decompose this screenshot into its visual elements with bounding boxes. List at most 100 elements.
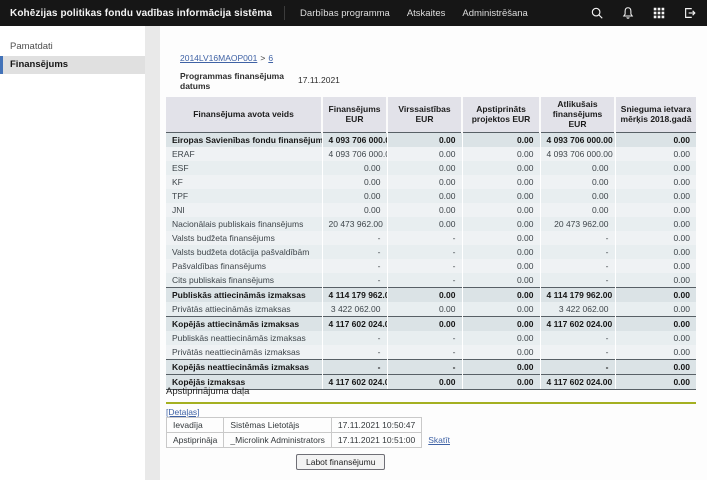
row-label: TPF bbox=[166, 189, 322, 203]
row-value: 20 473 962.00 bbox=[540, 217, 615, 231]
row-label: KF bbox=[166, 175, 322, 189]
app-switcher-grid-icon[interactable] bbox=[652, 6, 666, 20]
row-value: 3 422 062.00 bbox=[322, 302, 387, 317]
row-value: - bbox=[322, 259, 387, 273]
sidebar: Pamatdati Finansējums bbox=[0, 26, 145, 480]
search-icon[interactable] bbox=[590, 6, 604, 20]
row-value: 4 093 706 000.00 bbox=[322, 147, 387, 161]
finance-table-header-row: Finansējuma avota veidsFinansējums EURVi… bbox=[166, 97, 696, 132]
app-title[interactable]: Kohēzijas politikas fondu vadības inform… bbox=[0, 8, 272, 19]
row-value: 0.00 bbox=[615, 161, 696, 175]
breadcrumb-program-link[interactable]: 2014LV16MAOP001 bbox=[180, 53, 257, 63]
row-value: 0.00 bbox=[615, 132, 696, 147]
notifications-bell-icon[interactable] bbox=[621, 6, 635, 20]
nav-item-atskaites[interactable]: Atskaites bbox=[407, 8, 446, 19]
row-value: 4 093 706 000.00 bbox=[540, 132, 615, 147]
row-value: 4 117 602 024.00 bbox=[322, 374, 387, 389]
audit-row-entered: Ievadīja Sistēmas Lietotājs 17.11.2021 1… bbox=[167, 418, 457, 433]
breadcrumb: 2014LV16MAOP001>6 bbox=[180, 53, 273, 63]
row-value: 0.00 bbox=[387, 189, 462, 203]
breadcrumb-current-link[interactable]: 6 bbox=[268, 53, 273, 63]
row-value: 0.00 bbox=[540, 175, 615, 189]
row-value: 0.00 bbox=[322, 161, 387, 175]
row-label: JNI bbox=[166, 203, 322, 217]
row-value: - bbox=[387, 345, 462, 360]
row-label: Publiskās neattiecināmās izmaksas bbox=[166, 331, 322, 345]
row-label: Valsts budžeta finansējums bbox=[166, 231, 322, 245]
row-value: 4 093 706 000.00 bbox=[540, 147, 615, 161]
row-value: - bbox=[387, 273, 462, 288]
view-link[interactable]: Skatīt bbox=[428, 435, 450, 445]
sidebar-item-pamatdati[interactable]: Pamatdati bbox=[0, 38, 145, 56]
row-value: 0.00 bbox=[322, 175, 387, 189]
finance-table-row: Publiskās neattiecināmās izmaksas--0.00-… bbox=[166, 331, 696, 345]
row-value: 0.00 bbox=[387, 161, 462, 175]
row-value: - bbox=[540, 245, 615, 259]
row-value: 0.00 bbox=[615, 175, 696, 189]
audit-action-empty bbox=[422, 418, 456, 433]
edit-financing-button[interactable]: Labot finansējumu bbox=[296, 454, 385, 470]
row-value: 0.00 bbox=[615, 302, 696, 317]
row-value: 0.00 bbox=[615, 345, 696, 360]
program-finance-date-label: Programmas finansējuma datums bbox=[180, 71, 292, 91]
row-value: 0.00 bbox=[462, 189, 540, 203]
row-value: 0.00 bbox=[462, 374, 540, 389]
audit-row-approved: Apstiprināja _Microlink Administrators 1… bbox=[167, 433, 457, 448]
audit-timestamp: 17.11.2021 10:50:47 bbox=[331, 418, 421, 433]
finance-table-row: Privātās attiecināmās izmaksas3 422 062.… bbox=[166, 302, 696, 317]
finance-table-row: Eiropas Savienības fondu finansējums4 09… bbox=[166, 132, 696, 147]
top-navigation: Darbības programma Atskaites Administrēš… bbox=[300, 8, 528, 19]
row-label: Privātās attiecināmās izmaksas bbox=[166, 302, 322, 317]
row-value: - bbox=[387, 259, 462, 273]
row-value: 0.00 bbox=[462, 273, 540, 288]
audit-timestamp: 17.11.2021 10:51:00 bbox=[331, 433, 421, 448]
row-value: 0.00 bbox=[462, 203, 540, 217]
row-value: 0.00 bbox=[462, 132, 540, 147]
program-finance-date-value: 17.11.2021 bbox=[298, 75, 340, 85]
row-value: 0.00 bbox=[462, 359, 540, 374]
column-header-2: Virssaistības EUR bbox=[387, 97, 462, 132]
finance-table-row: Nacionālais publiskais finansējums20 473… bbox=[166, 217, 696, 231]
row-value: - bbox=[322, 359, 387, 374]
details-link[interactable]: [Detaļas] bbox=[166, 407, 200, 417]
row-value: - bbox=[540, 231, 615, 245]
row-value: 0.00 bbox=[615, 374, 696, 389]
logout-icon[interactable] bbox=[683, 6, 697, 20]
row-label: ESF bbox=[166, 161, 322, 175]
approval-divider bbox=[166, 402, 696, 404]
row-label: Kopējās attiecināmās izmaksas bbox=[166, 316, 322, 331]
row-value: 0.00 bbox=[615, 245, 696, 259]
row-value: - bbox=[540, 259, 615, 273]
row-value: 0.00 bbox=[462, 245, 540, 259]
row-value: 0.00 bbox=[462, 287, 540, 302]
finance-table-row: JNI0.000.000.000.000.00 bbox=[166, 203, 696, 217]
nav-item-administresana[interactable]: Administrēšana bbox=[462, 8, 527, 19]
row-label: Valsts budžeta dotācija pašvaldībām bbox=[166, 245, 322, 259]
row-label: Publiskās attiecināmās izmaksas bbox=[166, 287, 322, 302]
row-value: 0.00 bbox=[387, 374, 462, 389]
nav-item-darbibas-programma[interactable]: Darbības programma bbox=[300, 8, 390, 19]
row-value: - bbox=[387, 231, 462, 245]
row-value: 0.00 bbox=[462, 175, 540, 189]
finance-table-row: Publiskās attiecināmās izmaksas4 114 179… bbox=[166, 287, 696, 302]
row-value: 0.00 bbox=[387, 132, 462, 147]
row-value: - bbox=[387, 331, 462, 345]
row-value: 4 114 179 962.00 bbox=[322, 287, 387, 302]
row-value: 0.00 bbox=[322, 203, 387, 217]
row-value: - bbox=[540, 331, 615, 345]
audit-user: _Microlink Administrators bbox=[224, 433, 331, 448]
sidebar-item-finansejums[interactable]: Finansējums bbox=[0, 56, 145, 74]
row-value: 0.00 bbox=[615, 231, 696, 245]
approval-audit-table: Ievadīja Sistēmas Lietotājs 17.11.2021 1… bbox=[166, 417, 457, 448]
row-value: - bbox=[322, 345, 387, 360]
row-value: 4 114 179 962.00 bbox=[540, 287, 615, 302]
row-value: 4 117 602 024.00 bbox=[322, 316, 387, 331]
row-value: 0.00 bbox=[462, 302, 540, 317]
finance-table-row: Privātās neattiecināmās izmaksas--0.00-0… bbox=[166, 345, 696, 360]
app-header: Kohēzijas politikas fondu vadības inform… bbox=[0, 0, 707, 26]
row-value: - bbox=[387, 245, 462, 259]
row-value: - bbox=[540, 359, 615, 374]
row-value: 0.00 bbox=[615, 189, 696, 203]
row-value: 0.00 bbox=[387, 287, 462, 302]
row-label: Privātās neattiecināmās izmaksas bbox=[166, 345, 322, 360]
